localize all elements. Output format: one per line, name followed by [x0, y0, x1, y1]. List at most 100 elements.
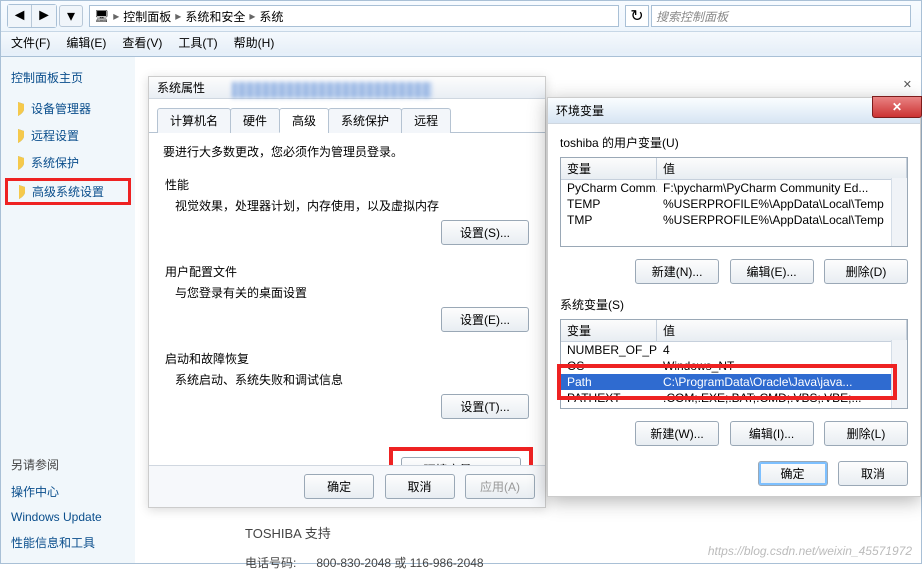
sidebar-item-label: 设备管理器: [31, 100, 91, 117]
user-delete-button[interactable]: 删除(D): [824, 259, 908, 284]
startup-group: 启动和故障恢复 系统启动、系统失败和调试信息 设置(T)...: [163, 344, 531, 427]
table-row[interactable]: TMP%USERPROFILE%\AppData\Local\Temp: [561, 212, 907, 228]
startup-title: 启动和故障恢复: [165, 350, 529, 367]
apply-button[interactable]: 应用(A): [465, 474, 535, 499]
phone-label: 电话号码:: [245, 556, 296, 570]
var-value: 4: [657, 342, 907, 358]
menu-view[interactable]: 查看(V): [122, 34, 162, 51]
sidebar-item-label: 远程设置: [31, 127, 79, 144]
tab-computer-name[interactable]: 计算机名: [157, 108, 231, 133]
var-name: TMP: [561, 212, 657, 228]
cancel-button[interactable]: 取消: [385, 474, 455, 499]
table-row[interactable]: NUMBER_OF_PR...4: [561, 342, 907, 358]
sys-delete-button[interactable]: 删除(L): [824, 421, 908, 446]
sidebar-home[interactable]: 控制面板主页: [11, 69, 125, 86]
tab-protection[interactable]: 系统保护: [328, 108, 402, 133]
profile-desc: 与您登录有关的桌面设置: [165, 284, 529, 301]
refresh-button[interactable]: ↻: [625, 5, 649, 27]
sys-new-button[interactable]: 新建(W)...: [635, 421, 719, 446]
tab-remote[interactable]: 远程: [401, 108, 451, 133]
sidebar-protection[interactable]: 系统保护: [11, 154, 125, 171]
table-row[interactable]: PathC:\ProgramData\Oracle\Java\java...: [561, 374, 907, 390]
user-vars-list[interactable]: 变量 值 PyCharm Comm...F:\pycharm\PyCharm C…: [560, 157, 908, 247]
menu-tools[interactable]: 工具(T): [178, 34, 217, 51]
var-name: NUMBER_OF_PR...: [561, 342, 657, 358]
profile-title: 用户配置文件: [165, 263, 529, 280]
sidebar-advanced[interactable]: 高级系统设置: [5, 178, 131, 205]
startup-settings-button[interactable]: 设置(T)...: [441, 394, 529, 419]
sys-close-icon[interactable]: ✕: [903, 78, 912, 91]
tab-hardware[interactable]: 硬件: [230, 108, 280, 133]
table-row[interactable]: OSWindows_NT: [561, 358, 907, 374]
col-var[interactable]: 变量: [561, 320, 657, 341]
blurred-region: [232, 82, 432, 98]
table-row[interactable]: PyCharm Comm...F:\pycharm\PyCharm Commun…: [561, 180, 907, 196]
env-cancel-button[interactable]: 取消: [838, 461, 908, 486]
sidebar-remote[interactable]: 远程设置: [11, 127, 125, 144]
history-dropdown[interactable]: ▾: [59, 5, 83, 27]
sidebar-windows-update[interactable]: Windows Update: [11, 510, 125, 524]
search-input[interactable]: 搜索控制面板: [651, 5, 911, 27]
phone-row: 电话号码: 800-830-2048 或 116-986-2048: [245, 554, 484, 571]
col-val[interactable]: 值: [657, 320, 907, 341]
phone-value: 800-830-2048 或 116-986-2048: [316, 556, 483, 570]
var-value: %USERPROFILE%\AppData\Local\Temp: [657, 196, 907, 212]
env-vars-dialog: 环境变量 ✕ toshiba 的用户变量(U) 变量 值 PyCharm Com…: [547, 97, 921, 497]
scrollbar[interactable]: [891, 178, 907, 246]
perf-title: 性能: [165, 176, 529, 193]
sys-edit-button[interactable]: 编辑(I)...: [730, 421, 814, 446]
search-placeholder: 搜索控制面板: [656, 8, 728, 25]
perf-settings-button[interactable]: 设置(S)...: [441, 220, 529, 245]
startup-desc: 系统启动、系统失败和调试信息: [165, 371, 529, 388]
var-value: %USERPROFILE%\AppData\Local\Temp: [657, 212, 907, 228]
user-vars-label: toshiba 的用户变量(U): [560, 134, 908, 151]
crumb-system-security[interactable]: 系统和安全: [185, 8, 245, 25]
var-value: .COM;.EXE;.BAT;.CMD;.VBS;.VBE;...: [657, 390, 907, 406]
menu-edit[interactable]: 编辑(E): [66, 34, 106, 51]
crumb-control-panel[interactable]: 控制面板: [123, 8, 171, 25]
tab-advanced[interactable]: 高级: [279, 108, 329, 133]
sidebar-action-center[interactable]: 操作中心: [11, 483, 125, 500]
profile-settings-button[interactable]: 设置(E)...: [441, 307, 529, 332]
shield-icon: [11, 102, 25, 116]
var-value: F:\pycharm\PyCharm Community Ed...: [657, 180, 907, 196]
nav-back-forward: ◄ ►: [7, 4, 57, 28]
table-row[interactable]: TEMP%USERPROFILE%\AppData\Local\Temp: [561, 196, 907, 212]
see-also-label: 另请参阅: [11, 456, 125, 473]
sidebar-perf-info[interactable]: 性能信息和工具: [11, 534, 125, 551]
var-name: Path: [561, 374, 657, 390]
computer-icon: 🖥: [94, 9, 109, 23]
back-button[interactable]: ◄: [8, 5, 32, 27]
breadcrumb[interactable]: 🖥 ▸ 控制面板 ▸ 系统和安全 ▸ 系统: [89, 5, 619, 27]
side-panel: 控制面板主页 设备管理器 远程设置 系统保护 高级系统设置 另请参阅 操作中心 …: [1, 57, 135, 563]
ok-button[interactable]: 确定: [304, 474, 374, 499]
menu-file[interactable]: 文件(F): [11, 34, 50, 51]
var-name: PyCharm Comm...: [561, 180, 657, 196]
scrollbar[interactable]: [891, 340, 907, 408]
env-ok-button[interactable]: 确定: [758, 461, 828, 486]
dialog-footer: 确定 取消 应用(A): [149, 465, 545, 507]
user-edit-button[interactable]: 编辑(E)...: [730, 259, 814, 284]
sidebar-device-manager[interactable]: 设备管理器: [11, 100, 125, 117]
system-properties-dialog: 系统属性 计算机名 硬件 高级 系统保护 远程 要进行大多数更改，您必须作为管理…: [148, 76, 546, 508]
table-row[interactable]: PATHEXT.COM;.EXE;.BAT;.CMD;.VBS;.VBE;...: [561, 390, 907, 406]
user-new-button[interactable]: 新建(N)...: [635, 259, 719, 284]
sys-vars-label: 系统变量(S): [560, 296, 908, 313]
col-val[interactable]: 值: [657, 158, 907, 179]
env-dialog-title: 环境变量: [556, 102, 604, 119]
sys-vars-list[interactable]: 变量 值 NUMBER_OF_PR...4OSWindows_NTPathC:\…: [560, 319, 908, 409]
forward-button[interactable]: ►: [32, 5, 56, 27]
perf-desc: 视觉效果，处理器计划，内存使用，以及虚拟内存: [165, 197, 529, 214]
shield-icon: [11, 129, 25, 143]
var-value: Windows_NT: [657, 358, 907, 374]
close-button[interactable]: ✕: [872, 96, 922, 118]
crumb-system[interactable]: 系统: [259, 8, 283, 25]
menu-help[interactable]: 帮助(H): [234, 34, 275, 51]
var-name: TEMP: [561, 196, 657, 212]
perf-group: 性能 视觉效果，处理器计划，内存使用，以及虚拟内存 设置(S)...: [163, 170, 531, 253]
tabstrip: 计算机名 硬件 高级 系统保护 远程: [149, 99, 545, 133]
support-title: TOSHIBA 支持: [245, 523, 331, 542]
col-var[interactable]: 变量: [561, 158, 657, 179]
shield-icon: [12, 185, 26, 199]
var-value: C:\ProgramData\Oracle\Java\java...: [657, 374, 907, 390]
